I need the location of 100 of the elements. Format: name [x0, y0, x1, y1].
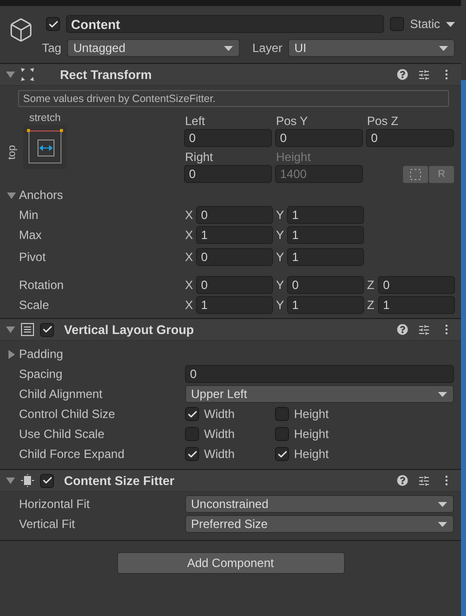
number-field[interactable]: 0: [196, 276, 273, 294]
field-label: Use Child Scale: [19, 427, 106, 441]
caret-icon: [446, 22, 455, 26]
blueprint-mode-button[interactable]: [403, 166, 428, 182]
axis-label: X: [185, 228, 194, 242]
anchor-preset-button[interactable]: [23, 125, 67, 169]
field-label: Max: [19, 228, 43, 242]
dashed-square-icon: [410, 168, 421, 180]
layer-dropdown[interactable]: UI: [288, 39, 455, 57]
field-label: Vertical Fit: [19, 517, 76, 531]
layer-label: Layer: [252, 41, 282, 55]
static-label[interactable]: Static: [410, 17, 440, 31]
checkbox[interactable]: [275, 427, 289, 441]
field-label: Child Alignment: [19, 387, 104, 401]
info-message: Some values driven by ContentSizeFitter.: [18, 90, 449, 107]
field-label: Right: [185, 150, 214, 164]
axis-label: Y: [276, 298, 286, 312]
checkbox[interactable]: [185, 407, 199, 421]
add-component-button[interactable]: Add Component: [116, 552, 344, 574]
number-field[interactable]: 1: [287, 248, 364, 266]
number-field[interactable]: 0: [196, 248, 273, 266]
field-label: Rotation: [19, 278, 65, 292]
sliders-icon[interactable]: [418, 474, 430, 486]
number-field[interactable]: 0: [366, 129, 454, 147]
expanded-triangle-icon[interactable]: [6, 325, 15, 334]
field-label: Pivot: [19, 250, 47, 264]
section-label[interactable]: Anchors: [19, 188, 64, 202]
layout-group-icon: [21, 323, 34, 336]
field-label: Height: [276, 150, 311, 164]
help-icon[interactable]: [397, 475, 408, 486]
help-icon[interactable]: [397, 69, 408, 80]
field-label: Child Force Expand: [19, 447, 126, 461]
component-title: Vertical Layout Group: [64, 322, 195, 336]
alignment-dropdown[interactable]: Upper Left: [185, 385, 454, 403]
number-field[interactable]: 0: [378, 276, 455, 294]
checkbox[interactable]: [40, 474, 54, 488]
number-field[interactable]: 1: [378, 296, 455, 314]
number-field[interactable]: 1: [287, 296, 364, 314]
axis-label: Y: [276, 278, 286, 292]
caret-icon: [438, 522, 447, 526]
help-icon[interactable]: [397, 324, 408, 335]
field-label: Left: [185, 114, 206, 128]
checkbox[interactable]: [46, 17, 60, 31]
field-label: Pos Y: [276, 114, 308, 128]
axis-label: Y: [276, 250, 286, 264]
caret-icon: [438, 392, 447, 396]
number-field[interactable]: 1: [196, 296, 273, 314]
checkmark-icon: [48, 18, 58, 30]
expanded-triangle-icon[interactable]: [6, 70, 15, 79]
number-field[interactable]: 1: [196, 226, 273, 244]
checkbox[interactable]: [185, 427, 199, 441]
axis-label: Y: [276, 228, 286, 242]
anchor-horizontal-label: stretch: [29, 112, 61, 124]
number-field[interactable]: 0: [287, 276, 364, 294]
checkbox-label: Width: [204, 407, 235, 421]
expanded-triangle-icon[interactable]: [7, 190, 16, 200]
checkmark-icon: [42, 475, 52, 486]
checkbox-label: Width: [204, 447, 235, 461]
size-fitter-icon: [21, 474, 34, 487]
axis-label: Z: [367, 278, 376, 292]
field-label: Min: [19, 208, 40, 222]
axis-label: Y: [276, 208, 286, 222]
field-label: Horizontal Fit: [19, 497, 91, 511]
field-label: Spacing: [19, 367, 64, 381]
tag-dropdown[interactable]: Untagged: [67, 39, 240, 57]
number-field[interactable]: 0: [275, 129, 363, 147]
checkmark-icon: [42, 324, 52, 335]
anchor-vertical-label: top: [6, 145, 18, 160]
cube-icon[interactable]: [8, 17, 34, 43]
collapsed-triangle-icon[interactable]: [7, 350, 16, 358]
checkbox-label: Height: [294, 407, 329, 421]
checkbox[interactable]: [185, 447, 199, 461]
number-field[interactable]: 0: [184, 165, 272, 183]
checkbox[interactable]: [390, 17, 404, 31]
number-field[interactable]: 0: [196, 206, 273, 224]
axis-label: Z: [367, 298, 376, 312]
sliders-icon[interactable]: [418, 324, 430, 336]
checkbox[interactable]: [275, 447, 289, 461]
axis-label: X: [185, 208, 194, 222]
caret-icon: [438, 502, 447, 506]
fit-dropdown[interactable]: Unconstrained: [185, 495, 454, 513]
sliders-icon[interactable]: [418, 68, 430, 80]
number-field[interactable]: 1: [287, 226, 364, 244]
field-label: Pos Z: [367, 114, 398, 128]
number-field[interactable]: 0: [184, 129, 272, 147]
expanded-triangle-icon[interactable]: [6, 476, 15, 485]
checkmark-icon: [186, 408, 198, 420]
checkmark-icon: [276, 448, 288, 460]
checkbox[interactable]: [40, 322, 54, 336]
field-label: Control Child Size: [19, 407, 116, 421]
fit-dropdown[interactable]: Preferred Size: [185, 515, 454, 533]
component-title: Rect Transform: [60, 68, 153, 82]
section-label[interactable]: Padding: [19, 347, 64, 361]
checkmark-icon: [186, 448, 198, 460]
number-field[interactable]: 1: [287, 206, 364, 224]
name-field[interactable]: Content: [66, 15, 384, 33]
axis-label: X: [185, 278, 194, 292]
checkbox[interactable]: [275, 407, 289, 421]
number-field[interactable]: 0: [185, 365, 454, 383]
rect-transform-icon: [21, 68, 34, 81]
